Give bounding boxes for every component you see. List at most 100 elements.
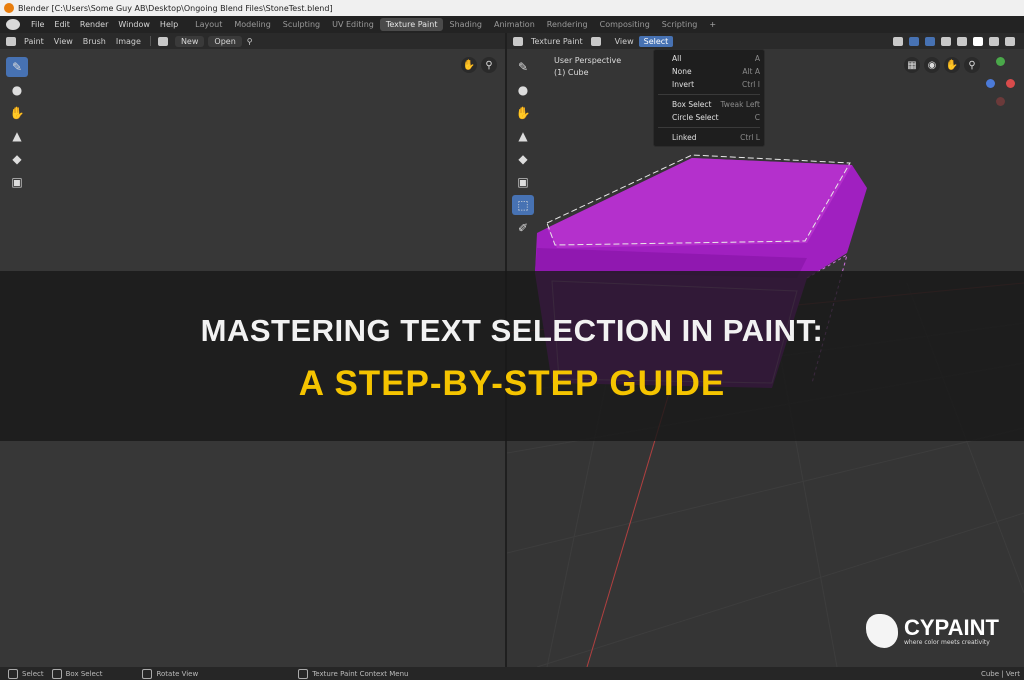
mouse-right-icon: [298, 668, 309, 679]
viewport-menu-select[interactable]: Select: [638, 35, 674, 47]
banner-title-line1: MASTERING TEXT SELECTION IN PAINT:: [200, 313, 824, 348]
neg-x-axis-icon[interactable]: [996, 97, 1005, 106]
pin-icon[interactable]: ⚲: [242, 37, 258, 46]
active-object-label: (1) Cube: [554, 68, 589, 77]
smear-icon[interactable]: ✋: [512, 103, 534, 123]
image-browse-icon[interactable]: [157, 36, 168, 46]
soften-icon[interactable]: ●: [512, 80, 534, 100]
pan-hand-icon[interactable]: ✋: [944, 57, 960, 73]
viewport-editor-type-icon[interactable]: [513, 36, 523, 46]
zoom-icon[interactable]: ⚲: [964, 57, 980, 73]
main-menu: File Edit Render Window Help: [26, 20, 183, 29]
menu-item-none[interactable]: None Alt A: [654, 65, 764, 78]
view-object-types-icon[interactable]: [893, 36, 903, 46]
z-axis-icon[interactable]: [986, 79, 995, 88]
fill-icon[interactable]: ◆: [512, 149, 534, 169]
menu-separator: [658, 94, 760, 95]
menu-view[interactable]: View: [49, 37, 78, 46]
editor-type-icon[interactable]: [6, 36, 16, 46]
new-image-button[interactable]: New: [174, 35, 205, 47]
status-box-select: Box Select: [51, 668, 102, 679]
menu-item-linked[interactable]: Linked Ctrl L: [654, 131, 764, 144]
draw-brush-icon[interactable]: ✎: [6, 57, 28, 77]
add-workspace-button[interactable]: +: [703, 18, 722, 31]
image-nav-tools: ✋ ⚲: [461, 57, 497, 73]
camera-icon[interactable]: ◉: [924, 57, 940, 73]
open-image-button[interactable]: Open: [208, 35, 242, 47]
mask-icon[interactable]: ▣: [6, 172, 28, 192]
fill-icon[interactable]: ◆: [6, 149, 28, 169]
status-rotate: Rotate View: [142, 668, 198, 679]
clone-icon[interactable]: ▲: [512, 126, 534, 146]
image-editor-toolbar: ✎ ● ✋ ▲ ◆ ▣: [6, 57, 28, 195]
menu-item-circle-select[interactable]: Circle Select C: [654, 111, 764, 124]
mode-toggle-icon[interactable]: [590, 36, 601, 46]
viewport-info: User Perspective (1) Cube: [554, 55, 621, 79]
menu-edit[interactable]: Edit: [49, 20, 75, 29]
tab-compositing[interactable]: Compositing: [594, 18, 656, 31]
tab-sculpting[interactable]: Sculpting: [277, 18, 326, 31]
tab-texture-paint[interactable]: Texture Paint: [379, 18, 444, 31]
workspace-tabs: Layout Modeling Sculpting UV Editing Tex…: [189, 18, 722, 31]
mask-icon[interactable]: ▣: [512, 172, 534, 192]
window-title: Blender [C:\Users\Some Guy AB\Desktop\On…: [18, 3, 333, 13]
brand-name: CYPAINT: [904, 614, 999, 640]
tab-rendering[interactable]: Rendering: [541, 18, 594, 31]
menu-brush[interactable]: Brush: [78, 37, 111, 46]
viewport-header-right: [890, 36, 1018, 46]
mouse-drag-icon: [51, 668, 62, 679]
menu-file[interactable]: File: [26, 20, 49, 29]
select-dropdown-menu: All A None Alt A Invert Ctrl I Box Select Tw…: [653, 49, 765, 147]
menu-separator: [658, 127, 760, 128]
smear-icon[interactable]: ✋: [6, 103, 28, 123]
tab-modeling[interactable]: Modeling: [228, 18, 276, 31]
menu-help[interactable]: Help: [155, 20, 183, 29]
status-select: Select: [8, 668, 44, 679]
tab-scripting[interactable]: Scripting: [656, 18, 704, 31]
draw-brush-icon[interactable]: ✎: [512, 57, 534, 77]
viewport-menu-view[interactable]: View: [610, 37, 639, 46]
viewport-mode-dropdown[interactable]: Texture Paint: [526, 37, 588, 46]
blender-menu-icon[interactable]: [6, 19, 20, 30]
shading-wireframe-icon[interactable]: [957, 36, 967, 46]
box-select-icon[interactable]: ⬚: [512, 195, 534, 215]
mouse-middle-icon: [142, 668, 153, 679]
menu-image[interactable]: Image: [111, 37, 146, 46]
shading-rendered-icon[interactable]: [1005, 36, 1015, 46]
grid-view-icon[interactable]: ▦: [904, 57, 920, 73]
tab-uv-editing[interactable]: UV Editing: [326, 18, 380, 31]
header-divider: [149, 36, 151, 46]
overlay-toggle-icon[interactable]: [925, 36, 935, 46]
x-axis-icon[interactable]: [1006, 79, 1015, 88]
zoom-icon[interactable]: ⚲: [481, 57, 497, 73]
shading-material-icon[interactable]: [989, 36, 999, 46]
tab-shading[interactable]: Shading: [443, 18, 488, 31]
paint-splat-icon: [866, 614, 898, 648]
menu-window[interactable]: Window: [113, 20, 155, 29]
perspective-label: User Perspective: [554, 56, 622, 65]
status-bar: Select Box Select Rotate View Texture Pa…: [0, 667, 1024, 680]
menu-item-box-select[interactable]: Box Select Tweak Left: [654, 98, 764, 111]
brand-tagline: where color meets creativity: [904, 638, 990, 646]
viewport-header: Texture Paint View Select: [507, 33, 1024, 49]
clone-icon[interactable]: ▲: [6, 126, 28, 146]
shading-solid-icon[interactable]: [973, 36, 983, 46]
top-menu-bar: File Edit Render Window Help Layout Mode…: [0, 16, 1024, 33]
pan-hand-icon[interactable]: ✋: [461, 57, 477, 73]
brand-logo: CYPAINT where color meets creativity: [866, 614, 999, 648]
tab-layout[interactable]: Layout: [189, 18, 228, 31]
paint-mode-dropdown[interactable]: Paint: [19, 37, 49, 46]
gizmo-toggle-icon[interactable]: [909, 36, 919, 46]
mouse-left-icon: [8, 668, 18, 679]
menu-item-all[interactable]: All A: [654, 52, 764, 65]
viewport-toolbar: ✎ ● ✋ ▲ ◆ ▣ ⬚ ✐: [512, 57, 534, 241]
y-axis-icon[interactable]: [996, 57, 1005, 66]
tab-animation[interactable]: Animation: [488, 18, 541, 31]
xray-icon[interactable]: [941, 36, 951, 46]
annotate-icon[interactable]: ✐: [512, 218, 534, 238]
navigation-gizmo[interactable]: [986, 57, 1016, 111]
menu-item-invert[interactable]: Invert Ctrl I: [654, 78, 764, 91]
soften-icon[interactable]: ●: [6, 80, 28, 100]
blender-logo-icon: [4, 3, 14, 13]
menu-render[interactable]: Render: [75, 20, 113, 29]
